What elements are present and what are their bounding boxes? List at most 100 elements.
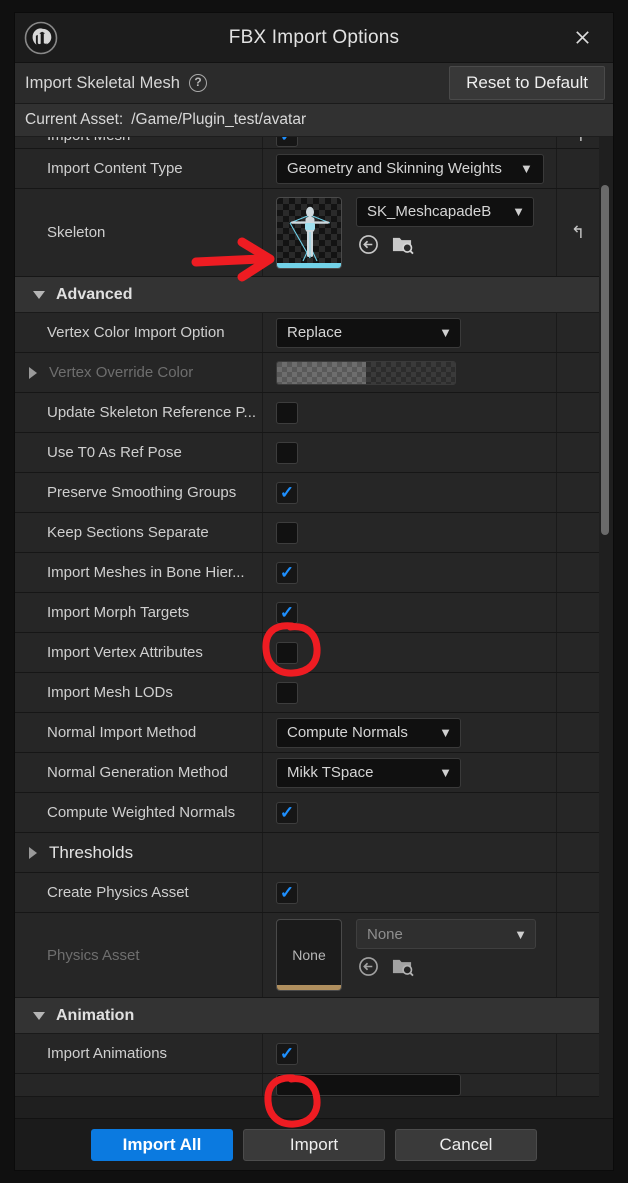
row-import-mesh-lods[interactable]: Import Mesh LODs bbox=[15, 673, 599, 713]
import-button[interactable]: Import bbox=[243, 1129, 385, 1161]
keep-sections-separate-checkbox[interactable] bbox=[276, 522, 298, 544]
row-normal-import-method[interactable]: Normal Import Method Compute Normals ▼ bbox=[15, 713, 599, 753]
vertical-scrollbar[interactable] bbox=[599, 137, 611, 1118]
triangle-right-icon[interactable] bbox=[29, 847, 37, 859]
reset-slot bbox=[557, 673, 599, 712]
cancel-button[interactable]: Cancel bbox=[395, 1129, 537, 1161]
row-create-physics-asset[interactable]: Create Physics Asset ✓ bbox=[15, 873, 599, 913]
row-import-content-type[interactable]: Import Content Type Geometry and Skinnin… bbox=[15, 149, 599, 189]
row-label: Import Animations bbox=[15, 1034, 263, 1073]
row-value: ✓ bbox=[263, 873, 557, 912]
use-selected-asset-icon[interactable] bbox=[358, 234, 379, 260]
chevron-down-icon: ▼ bbox=[512, 204, 525, 219]
row-label: Vertex Override Color bbox=[49, 364, 193, 381]
skeleton-tpose-thumbnail-icon[interactable] bbox=[276, 197, 342, 269]
chevron-down-icon: ▼ bbox=[439, 325, 452, 340]
row-value bbox=[263, 633, 557, 672]
options-scroll-area: Import Mesh ✓ ↰ Import Content Type Geom… bbox=[15, 137, 613, 1118]
reset-slot bbox=[557, 149, 599, 188]
row-keep-sections-separate[interactable]: Keep Sections Separate bbox=[15, 513, 599, 553]
import-mesh-checkbox[interactable]: ✓ bbox=[276, 137, 298, 147]
create-physics-asset-checkbox[interactable]: ✓ bbox=[276, 882, 298, 904]
row-label: Import Content Type bbox=[15, 149, 263, 188]
help-icon[interactable]: ? bbox=[189, 74, 207, 92]
row-label-expandable[interactable]: Vertex Override Color bbox=[15, 353, 263, 392]
sub-header: Import Skeletal Mesh ? Reset to Default bbox=[15, 63, 613, 104]
row-label: Compute Weighted Normals bbox=[15, 793, 263, 832]
row-import-meshes-in-bone-hierarchy[interactable]: Import Meshes in Bone Hier... ✓ bbox=[15, 553, 599, 593]
reset-slot bbox=[557, 473, 599, 512]
row-label: Update Skeleton Reference P... bbox=[15, 393, 263, 432]
window-title: FBX Import Options bbox=[15, 27, 613, 49]
import-morph-targets-checkbox[interactable]: ✓ bbox=[276, 602, 298, 624]
row-value bbox=[263, 353, 557, 392]
preserve-smoothing-groups-checkbox[interactable]: ✓ bbox=[276, 482, 298, 504]
import-meshes-in-bone-hierarchy-checkbox[interactable]: ✓ bbox=[276, 562, 298, 584]
row-physics-asset[interactable]: Physics Asset None None ▼ bbox=[15, 913, 599, 998]
reset-to-default-button[interactable]: Reset to Default bbox=[449, 66, 605, 100]
section-animation[interactable]: Animation bbox=[15, 998, 599, 1034]
current-asset-path: /Game/Plugin_test/avatar bbox=[131, 111, 306, 129]
skeleton-picker-controls: SK_MeshcapadeB ▼ bbox=[356, 197, 534, 260]
chevron-down-icon: ▼ bbox=[514, 927, 527, 942]
use-selected-asset-icon[interactable] bbox=[358, 956, 379, 982]
use-t0-as-ref-pose-checkbox[interactable] bbox=[276, 442, 298, 464]
close-icon[interactable] bbox=[565, 21, 599, 55]
row-normal-generation-method[interactable]: Normal Generation Method Mikk TSpace ▼ bbox=[15, 753, 599, 793]
row-label: Import Meshes in Bone Hier... bbox=[15, 553, 263, 592]
row-import-mesh[interactable]: Import Mesh ✓ ↰ bbox=[15, 137, 599, 149]
normal-generation-method-dropdown[interactable]: Mikk TSpace ▼ bbox=[276, 758, 461, 788]
triangle-right-icon[interactable] bbox=[29, 367, 37, 379]
row-update-skeleton-reference-pose[interactable]: Update Skeleton Reference P... bbox=[15, 393, 599, 433]
dropdown-value: Geometry and Skinning Weights bbox=[287, 160, 512, 177]
update-skeleton-reference-pose-checkbox[interactable] bbox=[276, 402, 298, 424]
clipped-dropdown[interactable] bbox=[276, 1074, 461, 1096]
row-import-vertex-attributes[interactable]: Import Vertex Attributes bbox=[15, 633, 599, 673]
import-animations-checkbox[interactable]: ✓ bbox=[276, 1043, 298, 1065]
row-label: Vertex Color Import Option bbox=[15, 313, 263, 352]
row-value bbox=[263, 393, 557, 432]
physics-asset-thumbnail-icon[interactable]: None bbox=[276, 919, 342, 991]
row-use-t0-as-ref-pose[interactable]: Use T0 As Ref Pose bbox=[15, 433, 599, 473]
browse-to-asset-icon[interactable] bbox=[391, 234, 414, 260]
check-icon: ✓ bbox=[280, 804, 294, 821]
reset-slot bbox=[557, 433, 599, 472]
row-vertex-color-import-option[interactable]: Vertex Color Import Option Replace ▼ bbox=[15, 313, 599, 353]
browse-to-asset-icon[interactable] bbox=[391, 956, 414, 982]
row-partially-visible[interactable] bbox=[15, 1074, 599, 1097]
dropdown-value: None bbox=[367, 926, 403, 943]
import-mesh-lods-checkbox[interactable] bbox=[276, 682, 298, 704]
normal-import-method-dropdown[interactable]: Compute Normals ▼ bbox=[276, 718, 461, 748]
check-icon: ✓ bbox=[280, 884, 294, 901]
section-advanced[interactable]: Advanced bbox=[15, 277, 599, 313]
row-preserve-smoothing-groups[interactable]: Preserve Smoothing Groups ✓ bbox=[15, 473, 599, 513]
row-import-morph-targets[interactable]: Import Morph Targets ✓ bbox=[15, 593, 599, 633]
scrollbar-thumb[interactable] bbox=[601, 185, 609, 535]
check-icon: ✓ bbox=[280, 484, 294, 501]
import-all-button[interactable]: Import All bbox=[91, 1129, 233, 1161]
row-compute-weighted-normals[interactable]: Compute Weighted Normals ✓ bbox=[15, 793, 599, 833]
unreal-engine-logo-icon bbox=[24, 21, 58, 55]
dropdown-value: Replace bbox=[287, 324, 342, 341]
check-icon: ✓ bbox=[280, 1045, 294, 1062]
import-content-type-dropdown[interactable]: Geometry and Skinning Weights ▼ bbox=[276, 154, 544, 184]
vertex-override-color-swatch[interactable] bbox=[276, 361, 456, 385]
check-icon: ✓ bbox=[280, 564, 294, 581]
skeleton-dropdown[interactable]: SK_MeshcapadeB ▼ bbox=[356, 197, 534, 227]
reset-arrow-icon[interactable]: ↰ bbox=[557, 189, 599, 276]
reset-arrow-icon[interactable]: ↰ bbox=[557, 137, 599, 148]
row-label-expandable[interactable]: Thresholds bbox=[15, 833, 263, 872]
vertex-color-import-option-dropdown[interactable]: Replace ▼ bbox=[276, 318, 461, 348]
import-vertex-attributes-checkbox[interactable] bbox=[276, 642, 298, 664]
physics-asset-picker: None None ▼ bbox=[276, 913, 536, 997]
row-thresholds[interactable]: Thresholds bbox=[15, 833, 599, 873]
row-value bbox=[263, 433, 557, 472]
row-import-animations[interactable]: Import Animations ✓ bbox=[15, 1034, 599, 1074]
dropdown-value: Mikk TSpace bbox=[287, 764, 373, 781]
row-value: ✓ bbox=[263, 793, 557, 832]
physics-asset-dropdown[interactable]: None ▼ bbox=[356, 919, 536, 949]
row-vertex-override-color[interactable]: Vertex Override Color bbox=[15, 353, 599, 393]
compute-weighted-normals-checkbox[interactable]: ✓ bbox=[276, 802, 298, 824]
dropdown-value: SK_MeshcapadeB bbox=[367, 203, 491, 220]
row-skeleton[interactable]: Skeleton bbox=[15, 189, 599, 277]
